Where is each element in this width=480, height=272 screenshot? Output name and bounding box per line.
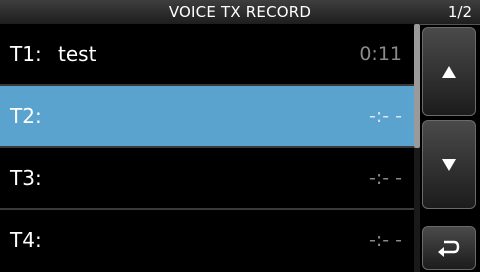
return-arrow-icon	[438, 240, 460, 257]
voice-tx-record-screen: VOICE TX RECORD 1/2 T1: test 0:11 T2: -:…	[0, 0, 480, 272]
record-label: T1:	[10, 42, 42, 66]
title-bar: VOICE TX RECORD 1/2	[0, 0, 480, 25]
record-row-t3[interactable]: T3: -:- -	[0, 148, 414, 208]
record-label: T3:	[10, 166, 42, 190]
record-time: -:- -	[368, 167, 402, 189]
scrollbar[interactable]	[414, 24, 420, 272]
scroll-up-button[interactable]	[422, 27, 476, 116]
record-list: T1: test 0:11 T2: -:- - T3: -:- - T4: -:…	[0, 24, 414, 272]
scroll-down-button[interactable]	[422, 120, 476, 209]
record-time: -:- -	[368, 105, 402, 127]
record-name: test	[58, 42, 97, 66]
record-row-t2[interactable]: T2: -:- -	[0, 86, 414, 146]
triangle-down-icon	[442, 158, 456, 171]
record-row-t1[interactable]: T1: test 0:11	[0, 24, 414, 84]
record-time: -:- -	[368, 229, 402, 251]
record-time: 0:11	[359, 43, 402, 65]
record-label: T2:	[10, 104, 42, 128]
record-label: T4:	[10, 228, 42, 252]
triangle-up-icon	[442, 65, 456, 78]
page-indicator: 1/2	[447, 3, 472, 21]
scroll-thumb[interactable]	[414, 24, 420, 148]
record-row-t4[interactable]: T4: -:- -	[0, 210, 414, 270]
back-button[interactable]	[422, 226, 476, 270]
screen-title: VOICE TX RECORD	[168, 3, 312, 21]
